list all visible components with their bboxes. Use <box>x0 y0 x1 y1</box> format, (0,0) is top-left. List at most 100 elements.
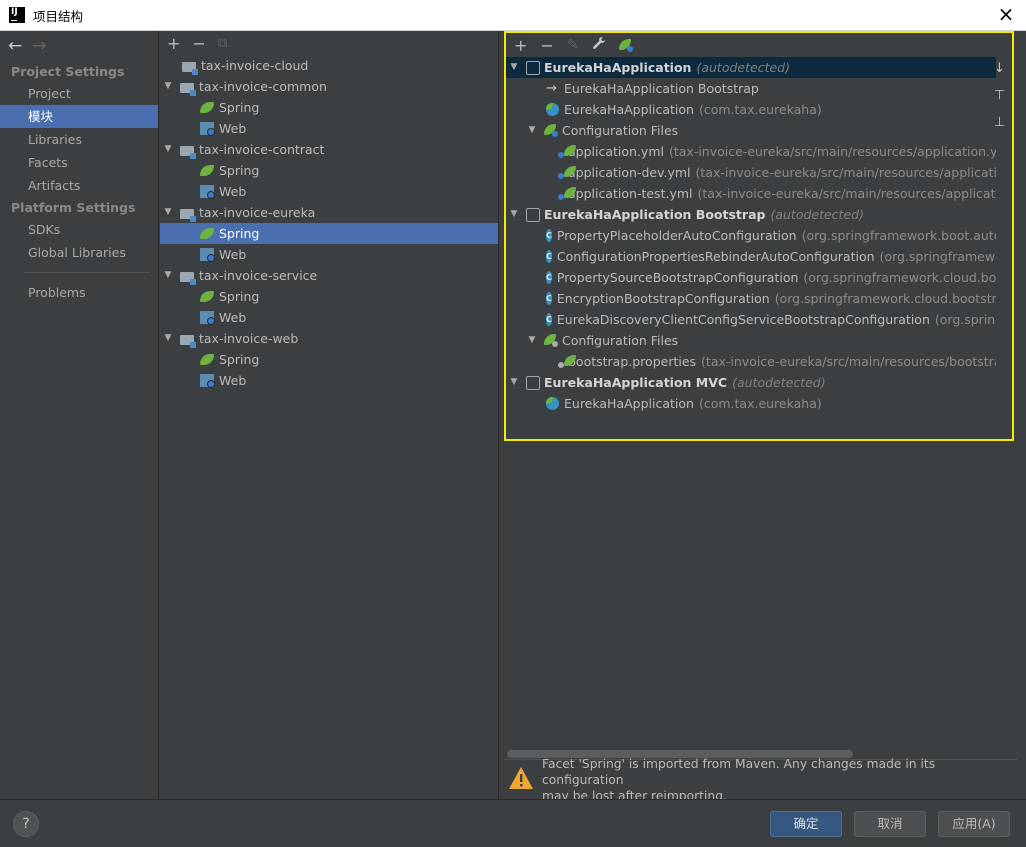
warning-line-1: Facet 'Spring' is imported from Maven. A… <box>542 756 936 787</box>
apply-button[interactable]: 应用(A) <box>938 811 1010 837</box>
tree-row-facet-spring[interactable]: Spring <box>160 349 498 370</box>
tree-row-facet-spring[interactable]: Spring <box>160 286 498 307</box>
tree-row-facet-web[interactable]: Web <box>160 181 498 202</box>
tree-row-tax-invoice-web[interactable]: ▼ tax-invoice-web <box>160 328 498 349</box>
module-folder-icon <box>180 145 196 159</box>
tree-row-facet-web[interactable]: Web <box>160 370 498 391</box>
config-file-row[interactable]: bootstrap.properties (tax-invoice-eureka… <box>506 351 996 372</box>
tree-row-facet-web[interactable]: Web <box>160 118 498 139</box>
forward-arrow-icon[interactable]: → <box>32 36 46 56</box>
class-name: EncryptionBootstrapConfiguration <box>556 291 770 306</box>
nav-item-global-libraries[interactable]: Global Libraries <box>0 241 158 264</box>
window-close-button[interactable]: × <box>996 4 1016 25</box>
expand-arrow-icon[interactable]: ▼ <box>508 372 520 393</box>
tree-row-tax-invoice-common[interactable]: ▼ tax-invoice-common <box>160 76 498 97</box>
wrench-icon[interactable] <box>592 36 606 54</box>
warning-icon <box>508 766 534 793</box>
web-facet-icon <box>200 374 215 388</box>
module-label: tax-invoice-service <box>199 268 318 283</box>
spring-boot-class-icon <box>546 397 559 410</box>
spring-facet-panel: + − ✎ ▼ EurekaHaApplication (autodetecte… <box>500 31 1026 803</box>
spring-leaf-icon <box>200 102 214 113</box>
config-file-row[interactable]: application-test.yml (tax-invoice-eureka… <box>506 183 996 204</box>
intellij-logo-icon <box>9 7 25 23</box>
facet-label: Web <box>219 121 247 136</box>
tree-row-facet-spring[interactable]: Spring <box>160 160 498 181</box>
config-files-row[interactable]: ▼ Configuration Files <box>506 120 996 141</box>
tree-row-tax-invoice-eureka[interactable]: ▼ tax-invoice-eureka <box>160 202 498 223</box>
expand-all-icon[interactable]: ⊤ <box>994 88 1008 103</box>
expand-arrow-icon[interactable]: ▼ <box>162 202 174 223</box>
tree-row-tax-invoice-contract[interactable]: ▼ tax-invoice-contract <box>160 139 498 160</box>
nav-item-sdks[interactable]: SDKs <box>0 218 158 241</box>
nav-item-modules[interactable]: 模块 <box>0 105 158 128</box>
config-class-row[interactable]: C ConfigurationPropertiesRebinderAutoCon… <box>506 246 996 267</box>
context-name: EurekaHaApplication MVC <box>544 375 728 390</box>
remove-module-icon[interactable]: − <box>192 34 205 53</box>
window-title: 项目结构 <box>33 8 84 24</box>
config-class-row[interactable]: C EurekaDiscoveryClientConfigServiceBoot… <box>506 309 996 330</box>
nav-item-facets[interactable]: Facets <box>0 151 158 174</box>
config-file-row[interactable]: application-dev.yml (tax-invoice-eureka/… <box>506 162 996 183</box>
config-class-row[interactable]: EurekaHaApplication (com.tax.eurekaha) <box>506 393 996 414</box>
file-path: (tax-invoice-eureka/src/main/resources/b… <box>701 354 996 369</box>
config-class-row[interactable]: C PropertyPlaceholderAutoConfiguration (… <box>506 225 996 246</box>
expand-arrow-icon[interactable]: ▼ <box>162 139 174 160</box>
config-files-row[interactable]: ▼ Configuration Files <box>506 330 996 351</box>
class-package: (com.tax.eurekaha) <box>698 102 822 117</box>
sort-icon[interactable]: ↓ <box>994 61 1008 76</box>
class-icon: C <box>546 271 552 284</box>
copy-module-icon[interactable]: ⧉ <box>218 36 227 51</box>
class-name: EurekaHaApplication <box>564 102 694 117</box>
nav-item-problems[interactable]: Problems <box>0 281 158 304</box>
module-folder-icon <box>180 82 196 96</box>
tree-row-tax-invoice-service[interactable]: ▼ tax-invoice-service <box>160 265 498 286</box>
tree-row-facet-spring-selected[interactable]: Spring <box>160 223 498 244</box>
nav-item-libraries[interactable]: Libraries <box>0 128 158 151</box>
file-name: application.yml <box>568 144 664 159</box>
config-class-row[interactable]: C EncryptionBootstrapConfiguration (org.… <box>506 288 996 309</box>
file-path: (tax-invoice-eureka/src/main/resources/a… <box>695 165 996 180</box>
remove-context-icon[interactable]: − <box>540 36 553 55</box>
expand-arrow-icon[interactable]: ▼ <box>508 57 520 78</box>
parent-context-row[interactable]: → EurekaHaApplication Bootstrap <box>506 78 996 99</box>
parent-arrow-icon: → <box>546 81 557 96</box>
collapse-all-icon[interactable]: ⊥ <box>994 115 1008 130</box>
nav-item-project[interactable]: Project <box>0 82 158 105</box>
spring-leaf-icon <box>200 228 214 239</box>
ok-button[interactable]: 确定 <box>770 811 842 837</box>
tree-row-facet-web[interactable]: Web <box>160 244 498 265</box>
nav-item-artifacts[interactable]: Artifacts <box>0 174 158 197</box>
config-class-row[interactable]: EurekaHaApplication (com.tax.eurekaha) <box>506 99 996 120</box>
expand-arrow-icon[interactable]: ▼ <box>162 328 174 349</box>
spring-leaf-icon <box>200 291 214 302</box>
web-facet-icon <box>200 122 215 136</box>
module-label: tax-invoice-contract <box>199 142 325 157</box>
tree-row-facet-spring[interactable]: Spring <box>160 97 498 118</box>
facet-label: Web <box>219 247 247 262</box>
class-icon: C <box>546 229 552 242</box>
class-package: (org.springframework.boot.autoco <box>801 228 996 243</box>
add-module-icon[interactable]: + <box>167 34 180 53</box>
expand-arrow-icon[interactable]: ▼ <box>162 265 174 286</box>
help-button[interactable]: ? <box>13 811 39 837</box>
expand-arrow-icon[interactable]: ▼ <box>526 120 538 141</box>
tree-row-facet-web[interactable]: Web <box>160 307 498 328</box>
facet-label: Spring <box>219 289 260 304</box>
spring-context-row[interactable]: ▼ EurekaHaApplication (autodetected) <box>506 57 996 78</box>
add-context-icon[interactable]: + <box>514 36 527 55</box>
expand-arrow-icon[interactable]: ▼ <box>508 204 520 225</box>
spring-boot-icon[interactable] <box>618 38 633 52</box>
spring-context-row[interactable]: ▼ EurekaHaApplication MVC (autodetected) <box>506 372 996 393</box>
tree-row-tax-invoice-cloud[interactable]: tax-invoice-cloud <box>160 55 498 76</box>
spring-context-row[interactable]: ▼ EurekaHaApplication Bootstrap (autodet… <box>506 204 996 225</box>
config-class-row[interactable]: C PropertySourceBootstrapConfiguration (… <box>506 267 996 288</box>
expand-arrow-icon[interactable]: ▼ <box>162 76 174 97</box>
nav-divider <box>24 272 150 273</box>
expand-arrow-icon[interactable]: ▼ <box>526 330 538 351</box>
cancel-button[interactable]: 取消 <box>854 811 926 837</box>
back-arrow-icon[interactable]: ← <box>8 36 22 56</box>
file-path: (tax-invoice-eureka/src/main/resources/a… <box>697 186 997 201</box>
config-file-row[interactable]: application.yml (tax-invoice-eureka/src/… <box>506 141 996 162</box>
edit-context-icon[interactable]: ✎ <box>567 37 579 53</box>
